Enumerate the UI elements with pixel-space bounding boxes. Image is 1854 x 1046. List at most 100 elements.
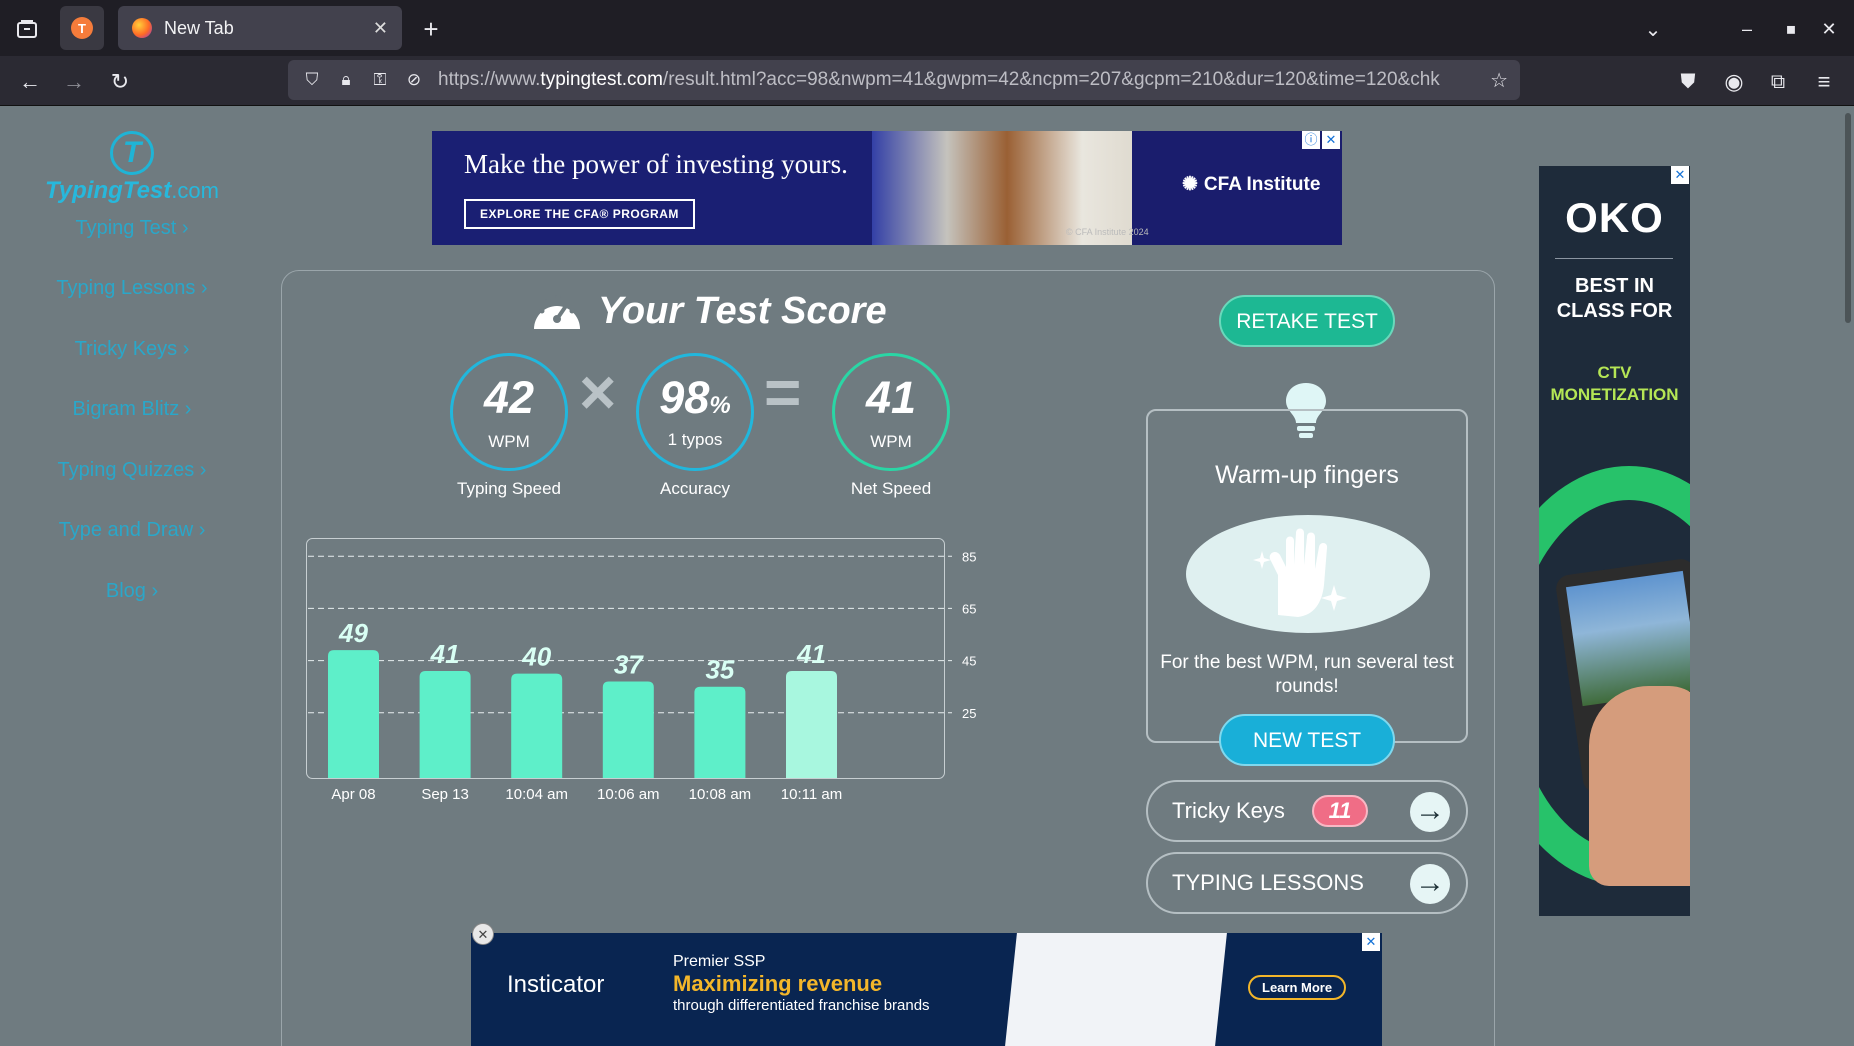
close-window-icon[interactable]: ✕ xyxy=(1812,12,1846,46)
ad-copyright: © CFA Institute 2024 xyxy=(1066,227,1149,237)
ad-close-icon[interactable]: ✕ xyxy=(1362,933,1380,951)
pinned-tab[interactable]: T xyxy=(60,6,104,50)
ad-close-icon[interactable]: ✕ xyxy=(1671,166,1689,184)
extensions-icon[interactable]: ⧉ xyxy=(1760,64,1796,100)
typos-count: 1 typos xyxy=(667,430,723,449)
logo-suffix: .com xyxy=(171,178,219,203)
scrollbar-thumb[interactable] xyxy=(1845,113,1851,323)
ad-cta-button[interactable]: EXPLORE THE CFA® PROGRAM xyxy=(464,199,695,229)
sidebar-link-blog[interactable]: Blog › xyxy=(0,580,264,603)
typing-speed-value: 42 xyxy=(483,372,535,423)
cfa-logo-icon: ✺ xyxy=(1182,174,1198,195)
permissions-icon[interactable]: ⚿ xyxy=(370,70,390,90)
chart-svg: 85 65 45 25 49 41 40 37 35 41 xyxy=(306,538,976,779)
url-bar[interactable]: ⛉ 🔒︎ ⚿ ⊘ https://www.typingtest.com/resu… xyxy=(288,60,1520,100)
firefox-icon xyxy=(132,18,152,38)
browser-nav-bar: ← → ↻ ⛉ 🔒︎ ⚿ ⊘ https://www.typingtest.co… xyxy=(0,56,1854,106)
test-score-panel: Your Test Score 42 WPM Typing Speed × 98… xyxy=(281,270,1495,1046)
speedometer-icon xyxy=(534,294,580,329)
minimize-icon[interactable]: – xyxy=(1730,12,1764,46)
sidebar-link-typing-test[interactable]: Typing Test › xyxy=(0,217,264,240)
sidebar-link-typing-quizzes[interactable]: Typing Quizzes › xyxy=(0,459,264,482)
chart-bar xyxy=(328,650,379,778)
ad-info-icon[interactable]: ⓘ xyxy=(1302,131,1320,149)
tab-new-tab[interactable]: New Tab ✕ xyxy=(118,6,402,50)
chart-bar xyxy=(511,673,563,778)
ad-screenshot-image xyxy=(1005,933,1227,1046)
pocket-icon[interactable]: ⛊ xyxy=(1670,64,1706,100)
list-all-tabs-icon[interactable]: ⌄ xyxy=(1636,12,1670,46)
ad-slogan: BEST IN CLASS FOR xyxy=(1556,275,1673,322)
percent-sign: % xyxy=(709,392,731,419)
shield-icon[interactable]: ⛉ xyxy=(302,70,322,90)
x-tick-label: Apr 08 xyxy=(331,786,376,803)
sidebar-link-tricky-keys[interactable]: Tricky Keys › xyxy=(0,338,264,361)
chart-bar xyxy=(602,681,654,778)
tracking-blocked-icon[interactable]: ⊘ xyxy=(404,70,424,90)
browser-tab-bar: T New Tab ✕ + ⌄ – ◼ ✕ xyxy=(0,0,1854,56)
retake-test-button[interactable]: RETAKE TEST xyxy=(1219,295,1395,347)
close-tab-icon[interactable]: ✕ xyxy=(373,18,388,39)
x-tick-label: 10:04 am xyxy=(505,786,568,803)
reload-icon[interactable]: ↻ xyxy=(102,64,138,100)
accuracy-label: Accuracy xyxy=(660,479,730,498)
account-icon[interactable]: ◉ xyxy=(1716,64,1752,100)
sparkle-hand-icon xyxy=(1253,528,1347,617)
ad-banner-top[interactable]: Make the power of investing yours. EXPLO… xyxy=(432,131,1342,245)
back-icon[interactable]: ← xyxy=(12,64,48,100)
scrollbar[interactable] xyxy=(1840,107,1854,1046)
ad-learn-more-button[interactable]: Learn More xyxy=(1248,975,1347,1000)
accuracy-value: 98 xyxy=(659,372,710,423)
times-icon: × xyxy=(579,356,617,428)
lock-icon[interactable]: 🔒︎ xyxy=(336,70,356,90)
y-tick-label: 45 xyxy=(962,654,976,669)
tricky-keys-label: Tricky Keys xyxy=(1172,798,1285,823)
score-title: Your Test Score xyxy=(530,289,887,333)
typing-speed-circle: 42 WPM xyxy=(450,353,568,471)
bookmark-star-icon[interactable]: ☆ xyxy=(1490,68,1508,93)
net-speed-label: Net Speed xyxy=(850,479,932,498)
ad-headline: Make the power of investing yours. xyxy=(464,149,848,179)
forward-icon[interactable]: → xyxy=(56,64,92,100)
tip-title: Warm-up fingers xyxy=(1215,461,1399,489)
arrow-right-icon[interactable]: → xyxy=(1410,864,1450,904)
tip-card: Warm-up fingers For the best WPM, run se… xyxy=(1146,409,1468,743)
typing-speed-unit: WPM xyxy=(488,432,530,451)
sidebar-link-typing-lessons[interactable]: Typing Lessons › xyxy=(0,277,264,300)
chart-bar xyxy=(419,671,471,778)
typing-speed-label: Typing Speed xyxy=(457,479,561,498)
ad-brand: OKO xyxy=(1565,194,1664,241)
ad-close-icon[interactable]: ✕ xyxy=(1322,131,1340,149)
maximize-icon[interactable]: ◼ xyxy=(1774,12,1808,46)
bar-value-label: 41 xyxy=(430,639,460,669)
ad-dismiss-icon[interactable]: ✕ xyxy=(472,923,494,945)
accuracy-circle: 98% 1 typos xyxy=(636,353,754,471)
tab-overview-icon[interactable] xyxy=(10,12,44,46)
sidebar-link-type-and-draw[interactable]: Type and Draw › xyxy=(0,519,264,542)
x-tick-label: 10:06 am xyxy=(597,786,660,803)
menu-icon[interactable]: ≡ xyxy=(1806,64,1842,100)
equals-icon: = xyxy=(764,356,802,428)
net-speed-unit: WPM xyxy=(870,432,912,451)
chart-bar xyxy=(786,671,837,778)
sidebar-link-bigram-blitz[interactable]: Bigram Blitz › xyxy=(0,398,264,421)
tab-title: New Tab xyxy=(164,17,234,38)
ad-brand: ✺ CFA Institute xyxy=(1182,174,1321,195)
ad-line-1: Premier SSP xyxy=(673,953,766,970)
tip-illustration xyxy=(1186,515,1430,633)
score-history-chart: 85 65 45 25 49 41 40 37 35 41 Apr 08 Sep 13 10:04 a… xyxy=(306,538,1062,824)
ad-brand: Insticator xyxy=(507,971,605,998)
bar-value-label: 35 xyxy=(705,655,734,685)
typing-lessons-link[interactable]: TYPING LESSONS → xyxy=(1146,852,1468,914)
new-tab-button[interactable]: + xyxy=(414,12,448,46)
typingtest-favicon-icon: T xyxy=(71,17,93,39)
net-speed-value: 41 xyxy=(865,372,917,423)
ad-banner-bottom[interactable]: Insticator Premier SSP Maximizing revenu… xyxy=(471,933,1382,1046)
y-tick-label: 25 xyxy=(962,706,976,721)
ad-banner-right[interactable]: OKO BEST IN CLASS FOR CTV MONETIZATION ✕ xyxy=(1539,166,1690,916)
url-text[interactable]: https://www.typingtest.com/result.html?a… xyxy=(438,69,1520,91)
typingtest-logo[interactable]: T TypingTest.com xyxy=(42,131,222,211)
arrow-right-icon[interactable]: → xyxy=(1410,792,1450,832)
tricky-keys-link[interactable]: Tricky Keys 11 → xyxy=(1146,780,1468,842)
new-test-button[interactable]: NEW TEST xyxy=(1219,714,1395,766)
